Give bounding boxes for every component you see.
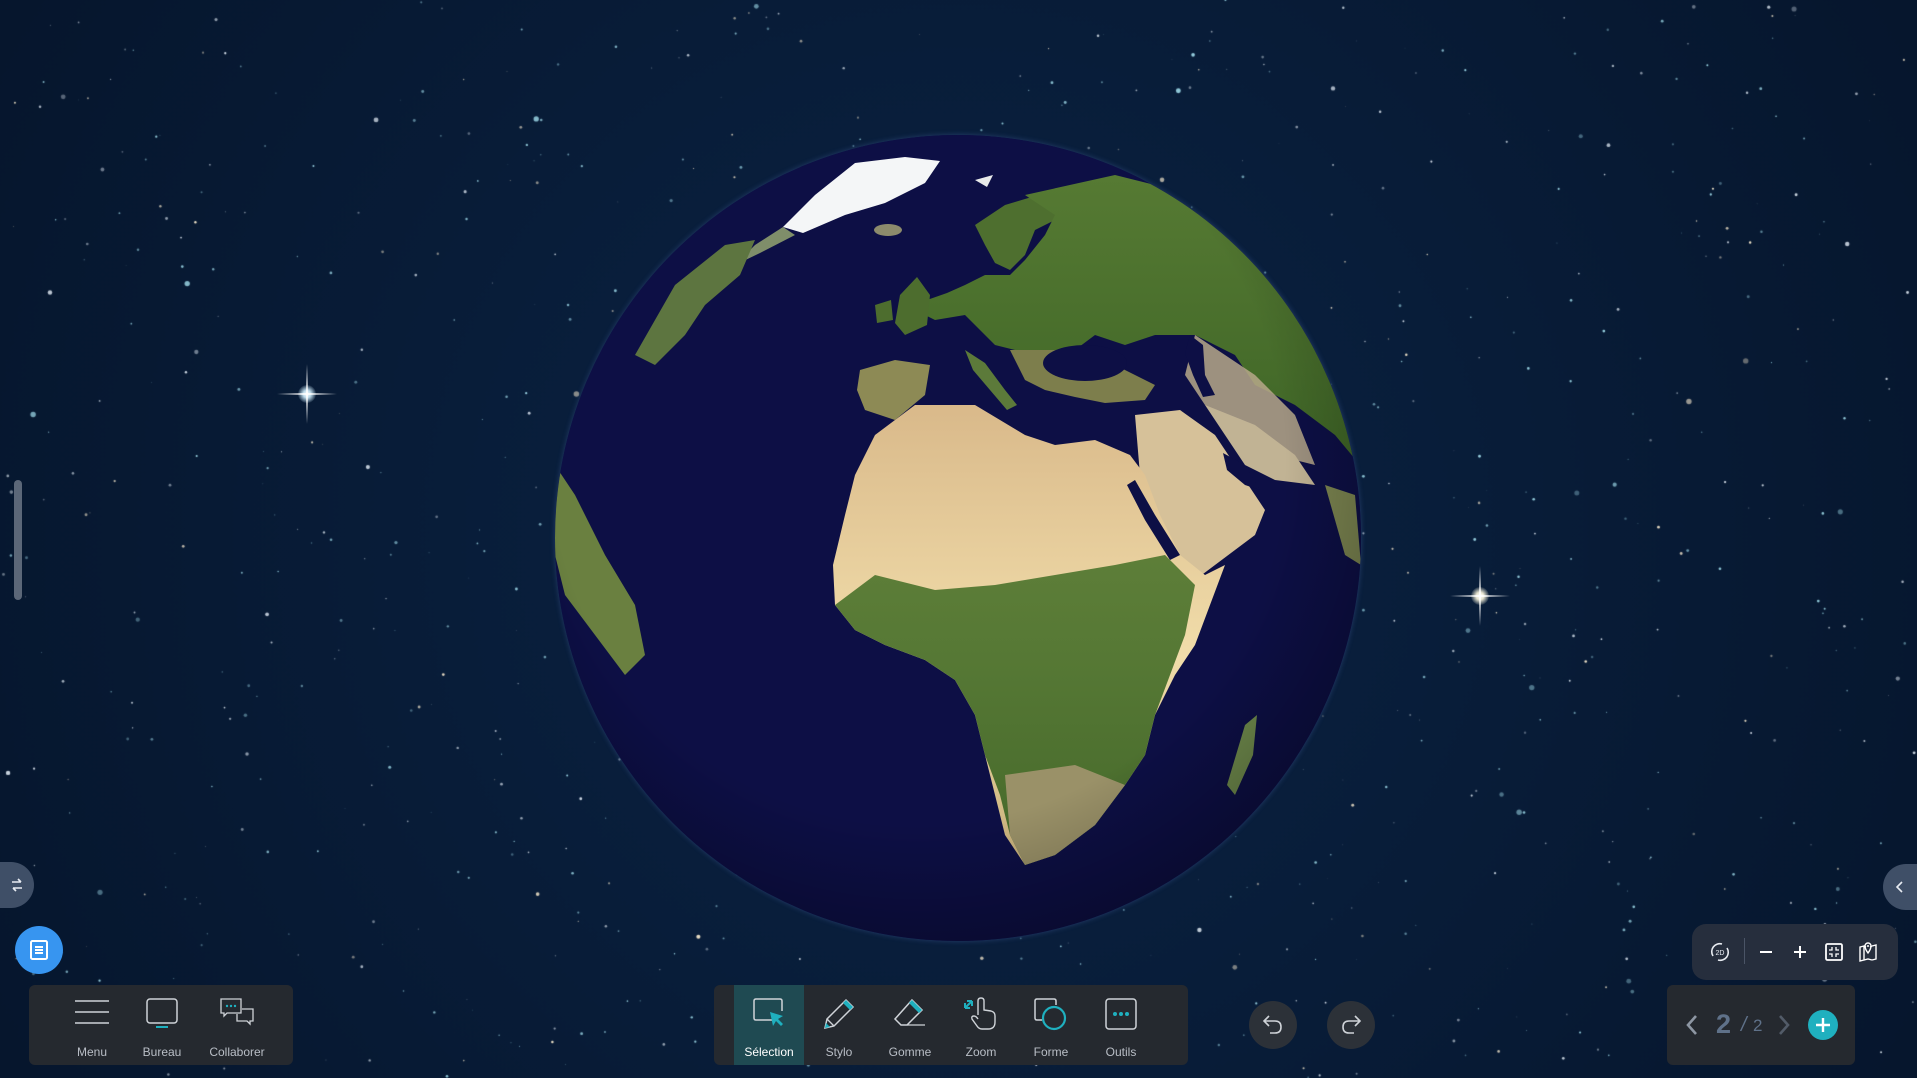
hand-zoom-icon xyxy=(964,997,996,1030)
fit-screen-icon xyxy=(1825,943,1843,961)
redo-icon xyxy=(1342,1015,1362,1034)
view-mode-text: 2D xyxy=(1716,950,1725,957)
map-controls: 2D xyxy=(1692,924,1898,980)
outils-tool[interactable]: Outils xyxy=(1086,985,1156,1063)
selection-tool[interactable]: Sélection xyxy=(734,985,804,1065)
swap-arrows-icon xyxy=(12,878,22,892)
undo-button[interactable] xyxy=(1249,1001,1297,1049)
collaborer-label: Collaborer xyxy=(209,1045,265,1059)
pen-icon xyxy=(824,998,855,1029)
2d-toggle-icon: 2D xyxy=(1710,942,1730,962)
next-page-button[interactable] xyxy=(1772,1011,1796,1039)
desktop-monitor-icon xyxy=(146,998,178,1028)
vertical-scrollbar[interactable] xyxy=(14,480,22,600)
chevron-left-icon xyxy=(1895,881,1903,893)
forme-tool[interactable]: Forme xyxy=(1016,985,1086,1063)
zoom-tool[interactable]: Zoom xyxy=(946,985,1016,1063)
earth-globe-map xyxy=(555,135,1361,941)
undo-icon xyxy=(1262,1015,1282,1034)
left-toolbar: Menu Bureau Collaborer xyxy=(29,985,293,1065)
bureau-button[interactable]: Bureau xyxy=(125,985,199,1063)
selection-cursor-icon xyxy=(753,998,783,1026)
fit-screen-button[interactable] xyxy=(1820,938,1848,966)
map-pin-button[interactable] xyxy=(1854,938,1882,966)
chevron-left-icon xyxy=(1686,1015,1697,1035)
gomme-label: Gomme xyxy=(888,1045,932,1059)
bureau-label: Bureau xyxy=(142,1045,182,1059)
notes-button[interactable] xyxy=(15,926,63,974)
notes-document-icon xyxy=(30,940,48,960)
zoom-out-button[interactable] xyxy=(1752,938,1780,966)
outils-label: Outils xyxy=(1105,1045,1137,1059)
page-separator: / xyxy=(1741,1014,1747,1036)
stylo-label: Stylo xyxy=(825,1045,853,1059)
previous-page-button[interactable] xyxy=(1680,1011,1704,1039)
total-pages: 2 xyxy=(1753,1016,1763,1035)
zoom-label: Zoom xyxy=(965,1045,997,1059)
plus-icon xyxy=(1816,1018,1830,1032)
add-page-button[interactable] xyxy=(1808,1010,1838,1040)
more-tools-icon xyxy=(1105,998,1137,1030)
chat-bubbles-icon xyxy=(220,998,254,1026)
2d-toggle-button[interactable]: 2D xyxy=(1706,938,1734,966)
zoom-in-button[interactable] xyxy=(1786,938,1814,966)
zoom-in-icon xyxy=(1794,946,1806,958)
earth-globe[interactable] xyxy=(555,135,1361,941)
menu-label: Menu xyxy=(76,1045,108,1059)
center-toolbar: Sélection Stylo Gomme Zoom Forme Outils xyxy=(714,985,1188,1065)
zoom-out-icon xyxy=(1760,951,1772,953)
map-controls-divider xyxy=(1744,938,1745,964)
selection-label: Sélection xyxy=(744,1045,794,1059)
chevron-right-icon xyxy=(1779,1015,1790,1035)
stylo-tool[interactable]: Stylo xyxy=(804,985,874,1063)
gomme-tool[interactable]: Gomme xyxy=(874,985,946,1063)
eraser-icon xyxy=(893,998,925,1026)
current-page: 2 xyxy=(1716,1009,1732,1039)
menu-button[interactable]: Menu xyxy=(59,985,125,1063)
map-pin-icon xyxy=(1859,942,1877,962)
shape-icon xyxy=(1034,998,1067,1031)
redo-button[interactable] xyxy=(1327,1001,1375,1049)
forme-label: Forme xyxy=(1033,1045,1069,1059)
collaborer-button[interactable]: Collaborer xyxy=(199,985,275,1063)
hamburger-menu-icon xyxy=(75,1000,109,1024)
page-navigator: 2 / 2 xyxy=(1667,985,1855,1065)
